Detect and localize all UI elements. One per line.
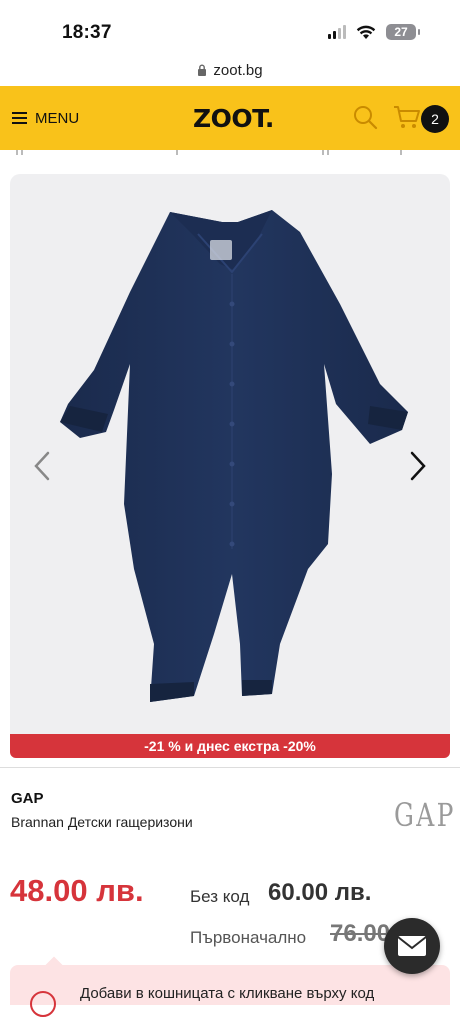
menu-button[interactable]: MENU [12, 86, 79, 150]
promo-text: Добави в кошницата с кликване върху код [80, 985, 375, 1002]
hamburger-icon [12, 112, 27, 124]
current-price: 48.00 лв. [10, 873, 144, 908]
cart-icon[interactable] [393, 104, 421, 130]
no-code-price: 60.00 лв. [268, 879, 372, 906]
promo-notch [45, 956, 63, 974]
status-bar: 18:37 27 [0, 0, 460, 56]
signal-icon [328, 25, 346, 39]
product-title: Brannan Детски гащеризони [11, 814, 193, 830]
site-header: MENU ZOOT. [0, 86, 460, 150]
chevron-left-icon[interactable] [32, 450, 52, 482]
cart-count-badge[interactable]: 2 [421, 105, 449, 133]
no-code-label: Без код [190, 887, 250, 906]
menu-label: MENU [35, 109, 80, 127]
zoot-logo[interactable]: ZOOT. [193, 104, 274, 133]
battery-icon: 27 [386, 24, 420, 40]
chat-button[interactable] [384, 918, 440, 974]
product-image [60, 210, 408, 702]
lock-icon [198, 64, 207, 76]
original-price-label: Първоначално [190, 928, 307, 947]
chevron-right-icon[interactable] [408, 450, 428, 482]
product-gallery[interactable] [10, 174, 450, 734]
search-icon[interactable] [352, 104, 378, 130]
discount-banner: -21 % и днес екстра -20% [10, 734, 450, 758]
brand-name[interactable]: GAP [11, 790, 44, 807]
scroll-strip [0, 150, 460, 156]
status-time: 18:37 [62, 22, 112, 43]
promo-code-banner[interactable]: Добави в кошницата с кликване върху код [10, 956, 450, 1017]
divider [0, 767, 460, 768]
wifi-icon [356, 25, 376, 39]
discount-tag-icon [30, 991, 56, 1017]
address-bar[interactable]: zoot.bg [0, 58, 460, 82]
url-text: zoot.bg [213, 61, 263, 79]
brand-logo[interactable]: GAP [394, 796, 456, 834]
status-icons: 27 [328, 24, 420, 40]
envelope-icon [397, 936, 427, 956]
